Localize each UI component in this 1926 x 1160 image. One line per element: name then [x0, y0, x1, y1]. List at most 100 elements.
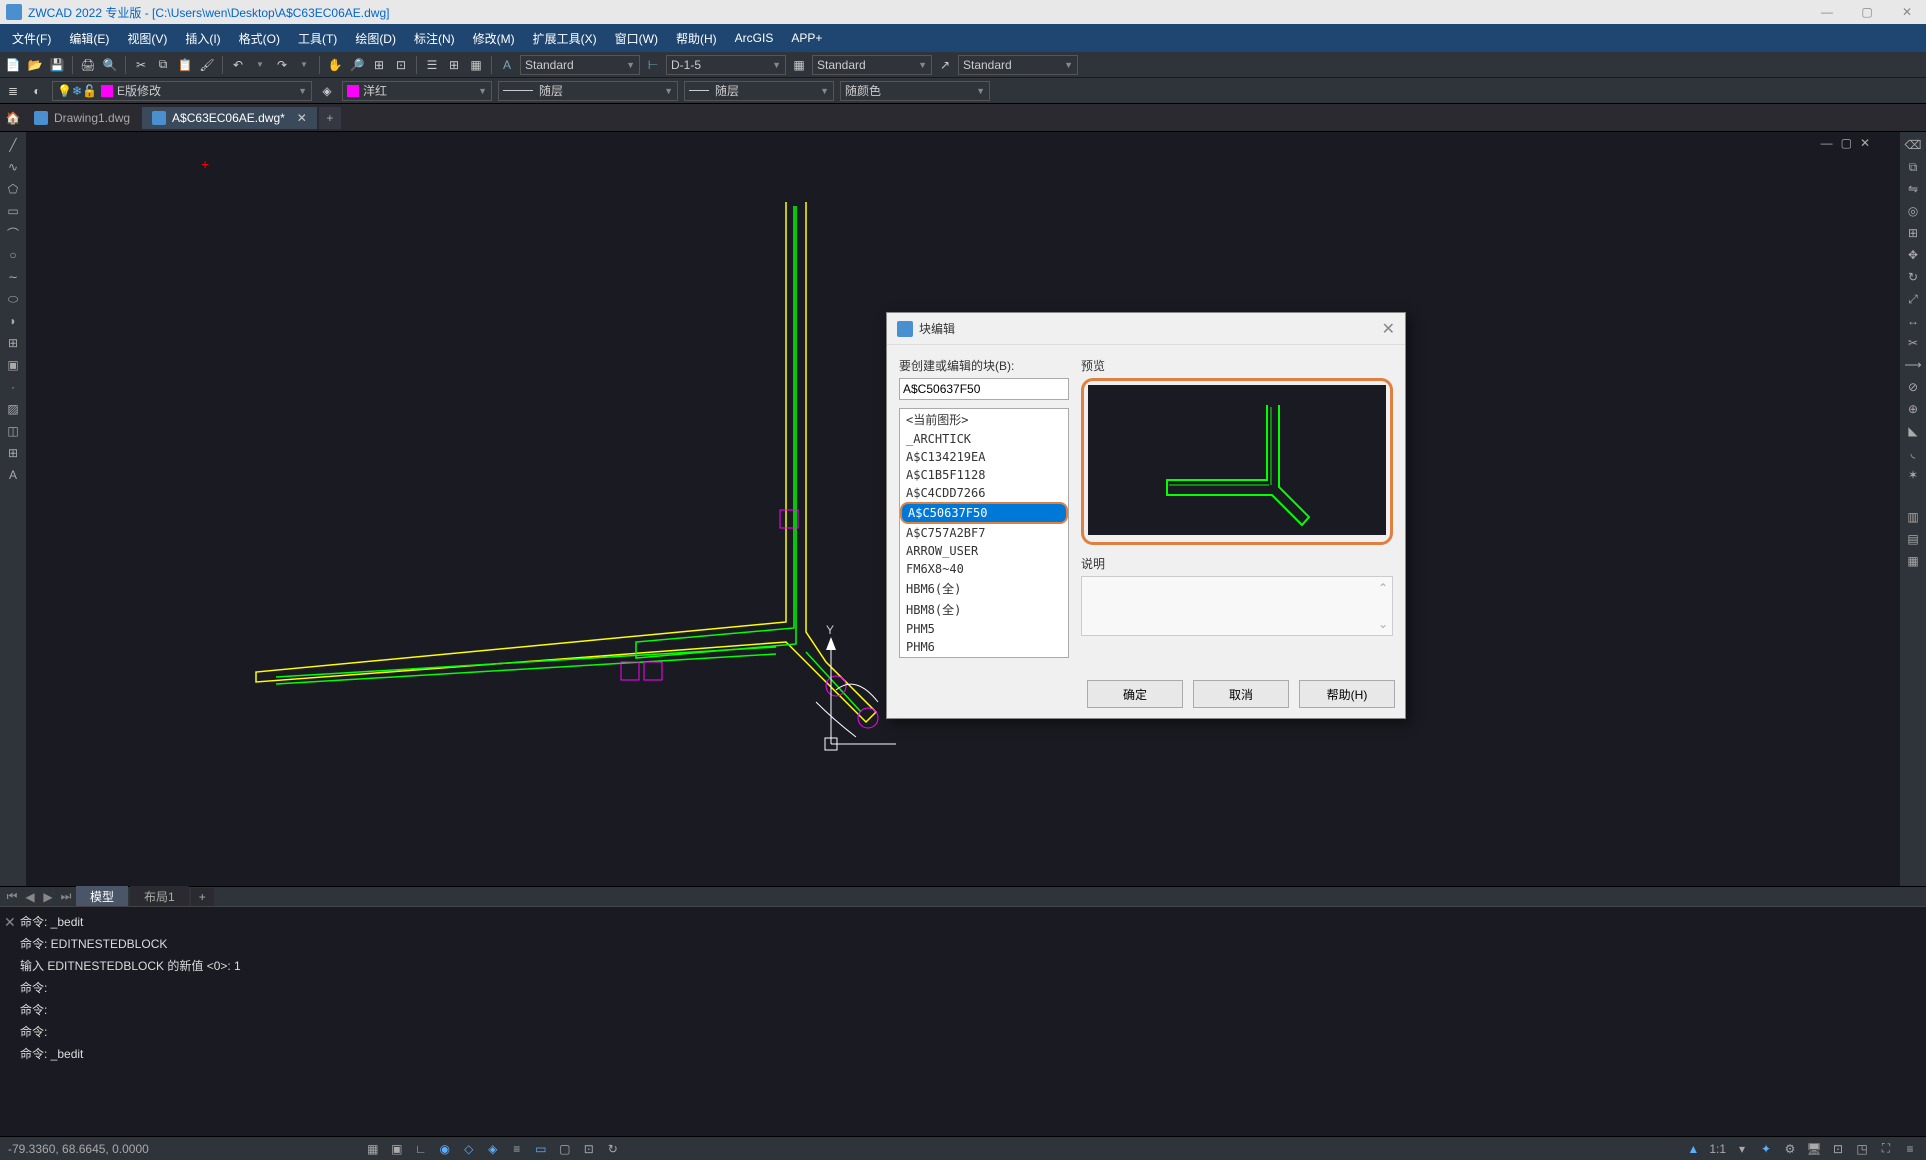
- menu-ext[interactable]: 扩展工具(X): [525, 26, 605, 51]
- undo-icon[interactable]: ↶: [229, 56, 247, 74]
- layer-manager-icon[interactable]: ≣: [4, 82, 22, 100]
- minimize-button[interactable]: —: [1814, 5, 1840, 19]
- menu-arcgis[interactable]: ArcGIS: [727, 27, 782, 49]
- redo-drop-icon[interactable]: ▼: [295, 56, 313, 74]
- tab-next-icon[interactable]: ▶: [40, 890, 56, 904]
- home-icon[interactable]: 🏠: [4, 109, 22, 127]
- model-toggle[interactable]: ▢: [557, 1141, 573, 1157]
- redo-icon[interactable]: ↷: [273, 56, 291, 74]
- mtext-icon[interactable]: A: [4, 466, 22, 484]
- chamfer-icon[interactable]: ◣: [1904, 422, 1922, 440]
- zoom-win-icon[interactable]: ⊞: [370, 56, 388, 74]
- layer-iso-icon[interactable]: ◈: [318, 82, 336, 100]
- copy-obj-icon[interactable]: ⧉: [1904, 158, 1922, 176]
- model-tab[interactable]: 模型: [76, 886, 128, 907]
- block-name-input[interactable]: [899, 378, 1069, 400]
- cycle-toggle[interactable]: ↻: [605, 1141, 621, 1157]
- point-icon[interactable]: ·: [4, 378, 22, 396]
- rotate-icon[interactable]: ↻: [1904, 268, 1922, 286]
- menu-view[interactable]: 视图(V): [119, 26, 175, 51]
- close-button[interactable]: ✕: [1894, 5, 1920, 19]
- scale-drop-icon[interactable]: ▾: [1734, 1141, 1750, 1157]
- drawing-canvas[interactable]: — ▢ ✕ + X Y: [26, 132, 1900, 886]
- menu-appplus[interactable]: APP+: [783, 27, 830, 49]
- annoscale-icon[interactable]: ▲: [1685, 1141, 1701, 1157]
- maximize-button[interactable]: ▢: [1854, 5, 1880, 19]
- block-list-item[interactable]: A$C4CDD7266: [900, 484, 1068, 502]
- text-style-combo[interactable]: Standard▼: [520, 55, 640, 75]
- pline-icon[interactable]: ∿: [4, 158, 22, 176]
- monitor-icon[interactable]: 🖥: [1806, 1141, 1822, 1157]
- viewport-max-icon[interactable]: ▢: [1841, 136, 1852, 150]
- block-list-item[interactable]: _ARCHTICK: [900, 430, 1068, 448]
- add-tab-button[interactable]: +: [319, 107, 341, 129]
- block-list-item[interactable]: ARROW_USER: [900, 542, 1068, 560]
- props-icon[interactable]: ☰: [423, 56, 441, 74]
- mleader-style-combo[interactable]: Standard▼: [958, 55, 1078, 75]
- ellipse-icon[interactable]: ⬭: [4, 290, 22, 308]
- hardware-icon[interactable]: ⛶: [1878, 1141, 1894, 1157]
- polygon-icon[interactable]: ⬠: [4, 180, 22, 198]
- menu-modify[interactable]: 修改(M): [465, 26, 523, 51]
- circle-icon[interactable]: ○: [4, 246, 22, 264]
- plotstyle-combo[interactable]: 随颜色▼: [840, 81, 990, 101]
- layer-combo[interactable]: 💡❄🔓 E版修改▼: [52, 81, 312, 101]
- tab-prev-icon[interactable]: ◀: [22, 890, 38, 904]
- cancel-button[interactable]: 取消: [1193, 680, 1289, 708]
- otrack-toggle[interactable]: ◈: [485, 1141, 501, 1157]
- menu-draw[interactable]: 绘图(D): [347, 26, 404, 51]
- open-icon[interactable]: 📂: [26, 56, 44, 74]
- break-icon[interactable]: ⊘: [1904, 378, 1922, 396]
- textstyle-icon[interactable]: A: [498, 56, 516, 74]
- erase-icon[interactable]: ⌫: [1904, 136, 1922, 154]
- clean-icon[interactable]: ⊡: [1830, 1141, 1846, 1157]
- dim-style-combo[interactable]: D-1-5▼: [666, 55, 786, 75]
- layer-prev-icon[interactable]: ◐: [28, 82, 46, 100]
- doc-tab-2[interactable]: A$C63EC06AE.dwg* ✕: [142, 107, 317, 129]
- scroll-up-icon[interactable]: ⌃: [1378, 581, 1388, 595]
- cmd-close-icon[interactable]: ✕: [4, 911, 16, 933]
- polar-toggle[interactable]: ◉: [437, 1141, 453, 1157]
- menu-file[interactable]: 文件(F): [4, 26, 59, 51]
- menu-help[interactable]: 帮助(H): [668, 26, 725, 51]
- viewport-close-icon[interactable]: ✕: [1860, 136, 1870, 150]
- palette1-icon[interactable]: ▥: [1904, 508, 1922, 526]
- move-icon[interactable]: ✥: [1904, 246, 1922, 264]
- dc-icon[interactable]: ⊞: [445, 56, 463, 74]
- block-list-item[interactable]: PHM6: [900, 638, 1068, 656]
- lineweight-combo[interactable]: 随层▼: [684, 81, 834, 101]
- match-icon[interactable]: 🖌: [198, 56, 216, 74]
- table-style-combo[interactable]: Standard▼: [812, 55, 932, 75]
- ellipse-arc-icon[interactable]: ◗: [4, 312, 22, 330]
- osnap-toggle[interactable]: ◇: [461, 1141, 477, 1157]
- cut-icon[interactable]: ✂: [132, 56, 150, 74]
- block-list[interactable]: <当前图形>_ARCHTICKA$C134219EAA$C1B5F1128A$C…: [899, 408, 1069, 658]
- stretch-icon[interactable]: ↔: [1904, 312, 1922, 330]
- lwt-toggle[interactable]: ≡: [509, 1141, 525, 1157]
- print-icon[interactable]: 🖨: [79, 56, 97, 74]
- ws-icon[interactable]: ⚙: [1782, 1141, 1798, 1157]
- mleader-icon[interactable]: ↗: [936, 56, 954, 74]
- tab-first-icon[interactable]: ⏮: [4, 889, 20, 904]
- block-list-item[interactable]: A$C1B5F1128: [900, 466, 1068, 484]
- region-icon[interactable]: ◫: [4, 422, 22, 440]
- array-icon[interactable]: ⊞: [1904, 224, 1922, 242]
- block-icon[interactable]: ▣: [4, 356, 22, 374]
- ok-button[interactable]: 确定: [1087, 680, 1183, 708]
- iso-icon[interactable]: ◳: [1854, 1141, 1870, 1157]
- explode-icon[interactable]: ✶: [1904, 466, 1922, 484]
- menu-edit[interactable]: 编辑(E): [61, 26, 117, 51]
- offset-icon[interactable]: ◎: [1904, 202, 1922, 220]
- dimstyle-icon[interactable]: ⊢: [644, 56, 662, 74]
- dialog-close-icon[interactable]: ✕: [1382, 319, 1395, 339]
- fillet-icon[interactable]: ◟: [1904, 444, 1922, 462]
- mirror-icon[interactable]: ⇋: [1904, 180, 1922, 198]
- block-list-item[interactable]: PHM8: [900, 656, 1068, 658]
- scale-icon[interactable]: ⤢: [1904, 290, 1922, 308]
- spline-icon[interactable]: ∼: [4, 268, 22, 286]
- preview-icon[interactable]: 🔍: [101, 56, 119, 74]
- block-list-item[interactable]: HBM8(全): [900, 599, 1068, 620]
- annovisible-icon[interactable]: ✦: [1758, 1141, 1774, 1157]
- linetype-combo[interactable]: 随层▼: [498, 81, 678, 101]
- join-icon[interactable]: ⊕: [1904, 400, 1922, 418]
